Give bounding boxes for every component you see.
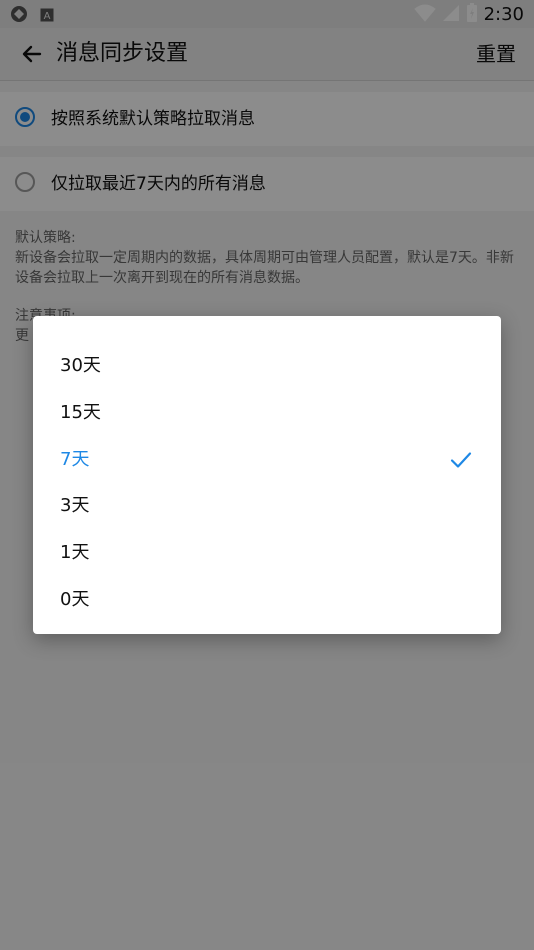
days-option-label: 7天 xyxy=(60,448,90,470)
check-icon xyxy=(449,448,473,472)
days-option-label: 30天 xyxy=(60,355,101,376)
days-picker-dialog: 30天 15天 7天 3天 1天 0天 xyxy=(33,316,501,634)
days-option-label: 1天 xyxy=(60,542,90,564)
days-list: 30天 15天 7天 3天 1天 0天 xyxy=(33,343,501,624)
days-option-7[interactable]: 7天 xyxy=(33,437,501,484)
days-option-label: 0天 xyxy=(60,588,90,610)
days-option-1[interactable]: 1天 xyxy=(33,530,501,577)
days-option-0[interactable]: 0天 xyxy=(33,577,501,624)
days-option-30[interactable]: 30天 xyxy=(33,343,501,390)
days-option-label: 3天 xyxy=(60,495,90,517)
days-option-15[interactable]: 15天 xyxy=(33,390,501,437)
days-option-label: 15天 xyxy=(60,401,101,423)
days-option-3[interactable]: 3天 xyxy=(33,483,501,530)
